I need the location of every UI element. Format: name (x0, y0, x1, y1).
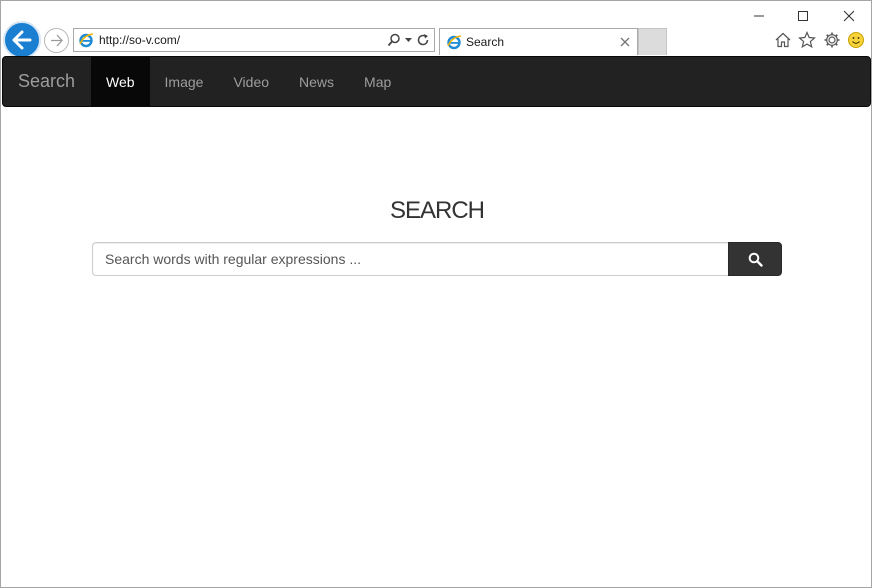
refresh-icon[interactable] (416, 33, 430, 47)
ie-logo-icon (79, 33, 94, 48)
search-button[interactable] (728, 242, 782, 276)
maximize-icon (798, 11, 808, 21)
home-button[interactable] (773, 30, 793, 50)
browser-window: http://so-v.com/ Search Search Web Image… (0, 0, 872, 588)
star-icon (798, 31, 816, 49)
back-arrow-icon (12, 30, 32, 50)
search-icon (748, 252, 763, 267)
search-form (92, 242, 782, 276)
address-url[interactable]: http://so-v.com/ (99, 33, 387, 47)
maximize-button[interactable] (790, 5, 816, 27)
smiley-icon (848, 32, 864, 48)
ie-logo-icon (447, 35, 462, 50)
search-input[interactable] (92, 242, 728, 276)
new-tab-button[interactable] (638, 28, 667, 55)
minimize-icon (754, 15, 764, 17)
close-window-button[interactable] (836, 5, 862, 27)
site-navbar: Search Web Image Video News Map (2, 56, 871, 107)
feedback-button[interactable] (846, 30, 866, 50)
chevron-down-icon[interactable] (404, 33, 413, 47)
nav-item-image[interactable]: Image (150, 57, 219, 106)
nav-item-news[interactable]: News (284, 57, 349, 106)
tab-title: Search (466, 35, 505, 49)
forward-arrow-icon (51, 34, 63, 47)
back-button[interactable] (3, 21, 41, 59)
favorites-button[interactable] (797, 30, 817, 50)
home-icon (775, 32, 791, 48)
nav-item-video[interactable]: Video (218, 57, 284, 106)
gear-icon (824, 32, 840, 48)
tab-search[interactable]: Search (439, 28, 638, 55)
nav-item-map[interactable]: Map (349, 57, 406, 106)
close-icon (620, 37, 630, 47)
page-title: SEARCH (389, 197, 485, 224)
close-tab-button[interactable] (617, 34, 633, 50)
address-bar[interactable]: http://so-v.com/ (73, 28, 435, 52)
search-icon[interactable] (387, 33, 401, 47)
forward-button[interactable] (44, 28, 69, 53)
nav-item-web[interactable]: Web (91, 57, 150, 106)
settings-button[interactable] (822, 30, 842, 50)
navbar-brand[interactable]: Search (3, 57, 91, 106)
minimize-button[interactable] (746, 5, 772, 27)
close-icon (843, 10, 855, 22)
